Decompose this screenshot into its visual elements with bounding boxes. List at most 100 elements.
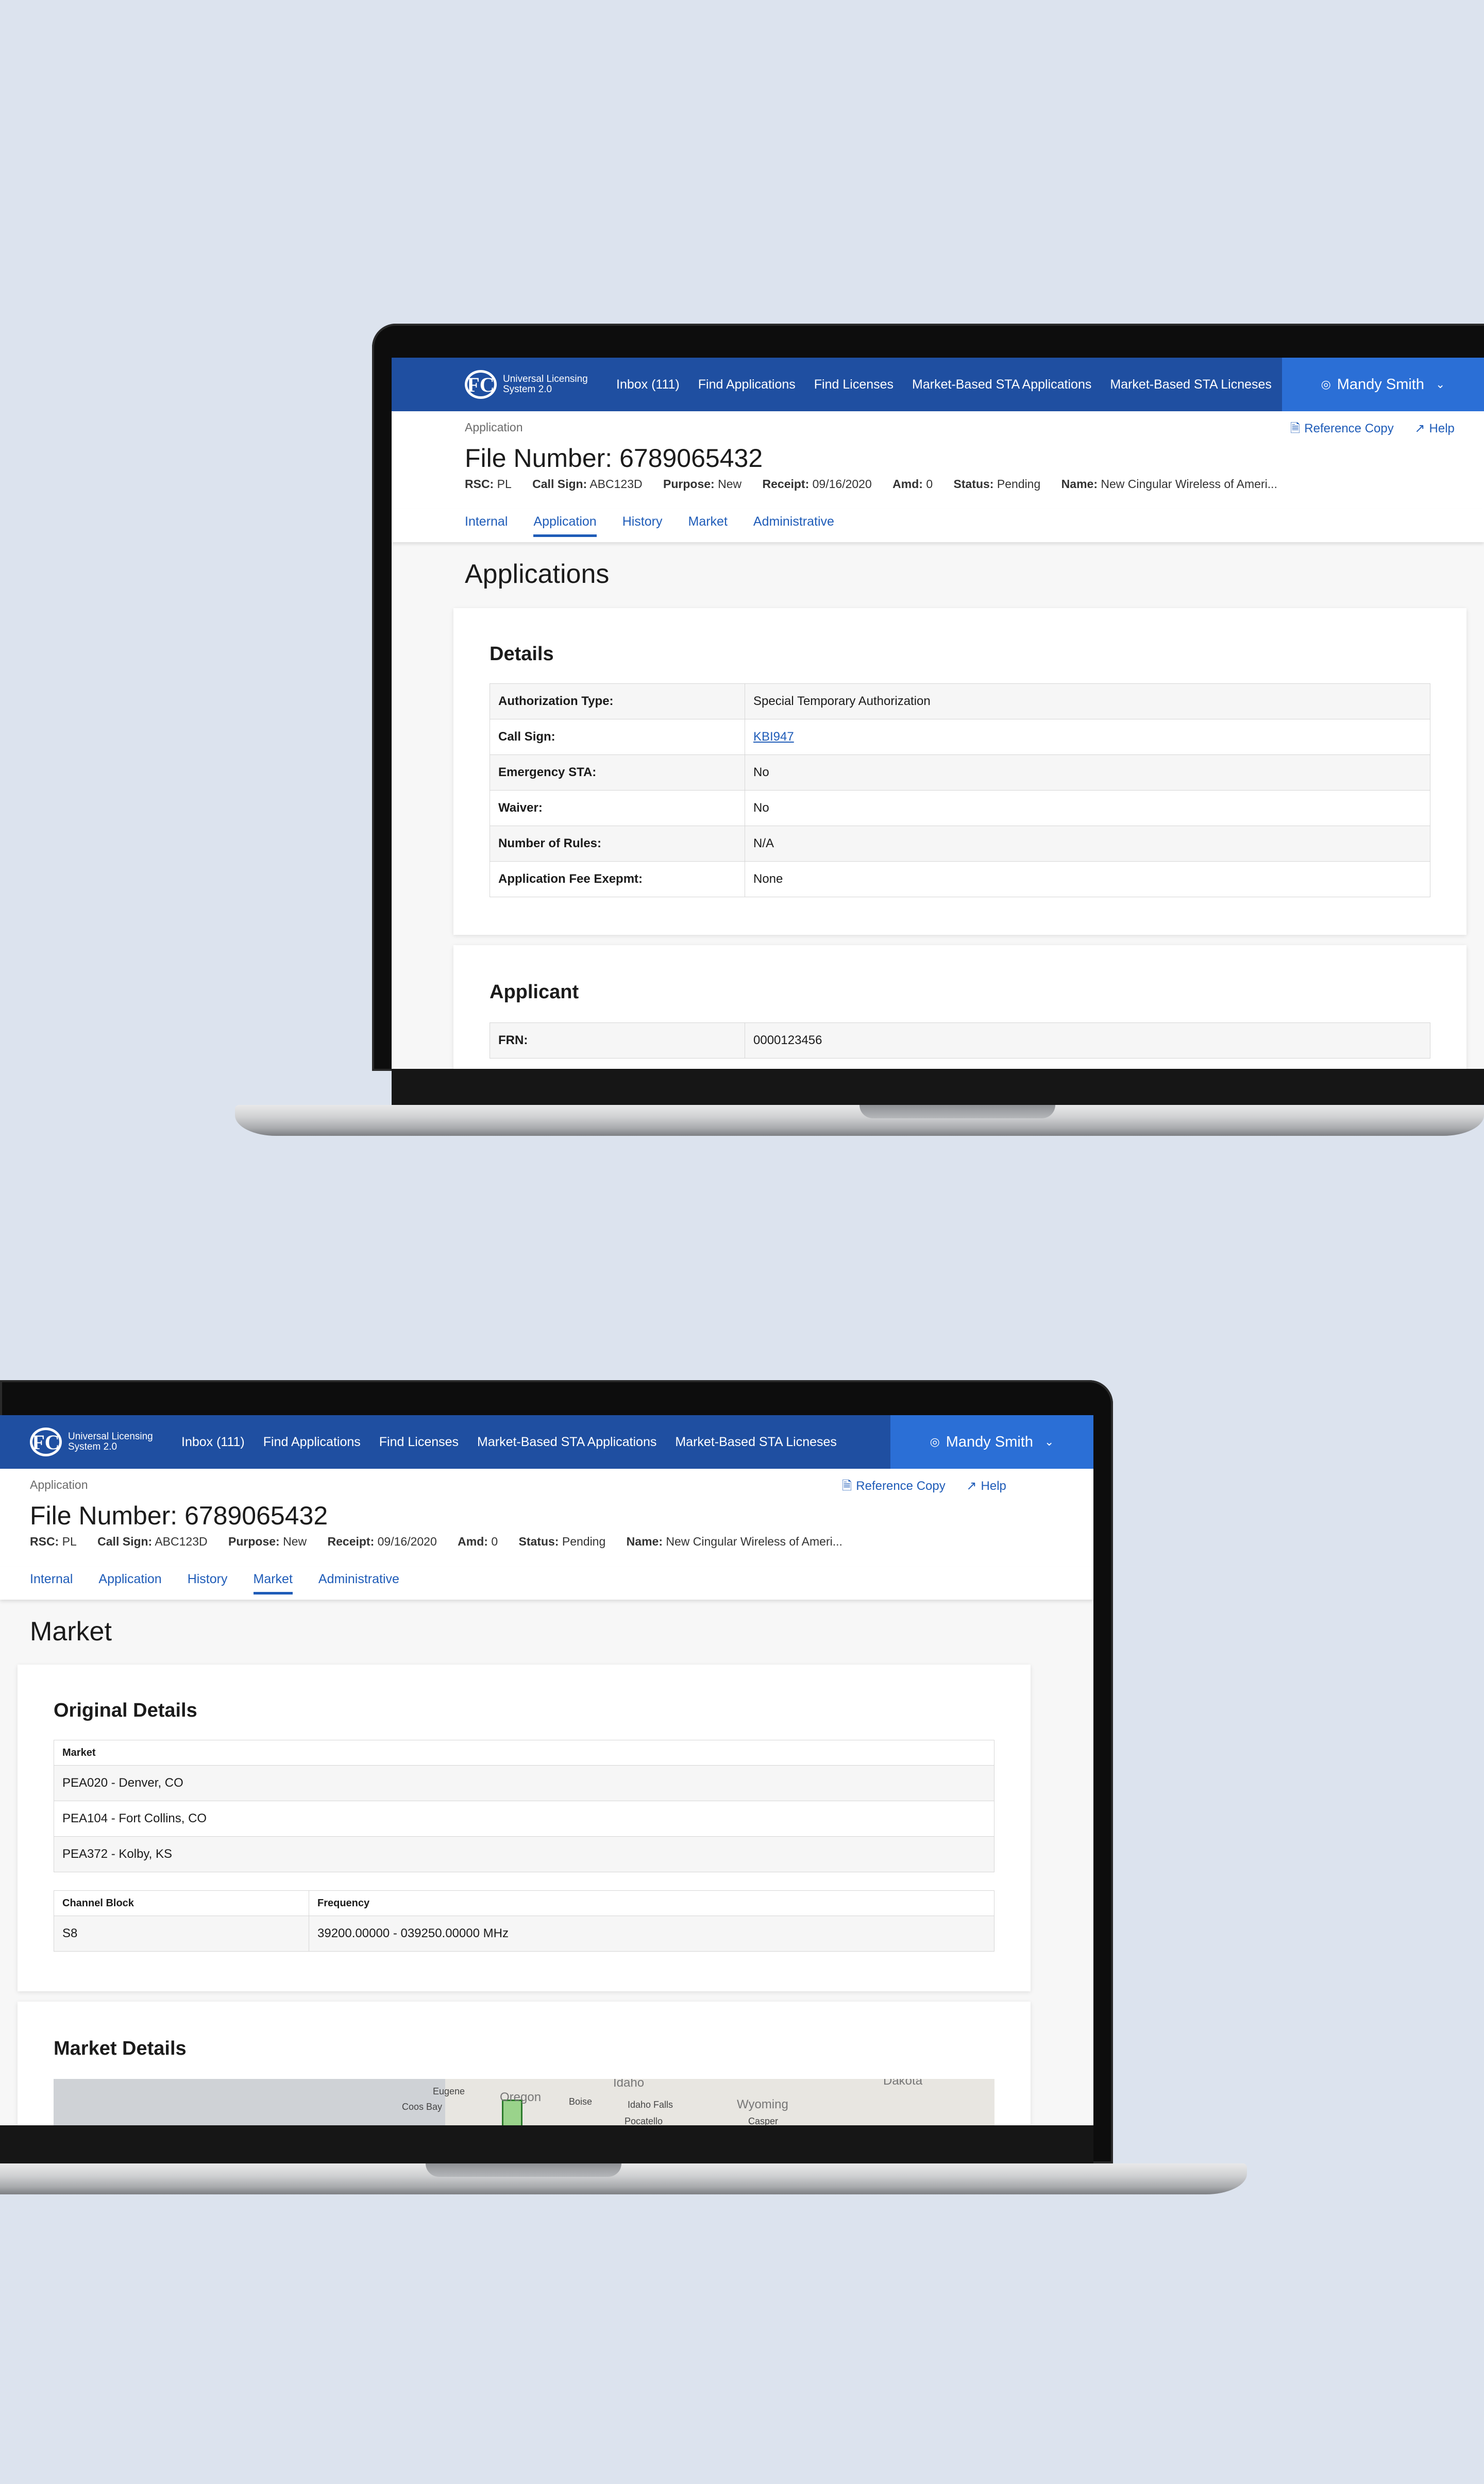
applicant-heading: Applicant: [490, 981, 579, 1003]
nav-find-applications[interactable]: Find Applications: [263, 1435, 361, 1450]
header-links: 🗎 Reference Copy ↗ Help: [824, 1477, 1006, 1498]
map-label: Oregon: [500, 2090, 542, 2104]
table-row: PEA104 - Fort Collins, CO: [54, 1801, 994, 1837]
laptop-base: [0, 2163, 1247, 2194]
tab-administrative[interactable]: Administrative: [753, 514, 834, 537]
table-row: PEA020 - Denver, CO: [54, 1765, 994, 1801]
applicant-table: FRN: 0000123456: [490, 1022, 1430, 1059]
meta-label: RSC:: [30, 1535, 59, 1548]
nav-market-sta-licenses[interactable]: Market-Based STA Licneses: [675, 1435, 837, 1450]
nav-inbox[interactable]: Inbox (111): [181, 1435, 245, 1450]
market-details-card: Market Details Eugene Oregon Coos Bay Bo…: [18, 2002, 1031, 2125]
row-label: Call Sign:: [490, 719, 745, 755]
table-row: PEA372 - Kolby, KS: [54, 1836, 994, 1872]
nav-find-applications[interactable]: Find Applications: [698, 377, 796, 392]
meta-label: Call Sign:: [532, 477, 587, 491]
tab-application[interactable]: Application: [533, 514, 597, 537]
meta-label: Name:: [626, 1535, 663, 1548]
user-name: Mandy Smith: [946, 1433, 1033, 1450]
external-link-icon: ↗: [966, 1479, 977, 1493]
tabs: Internal Application History Market Admi…: [465, 514, 860, 537]
table-row: Waiver: No: [490, 790, 1430, 826]
main-nav: Inbox (111) Find Applications Find Licen…: [181, 1435, 855, 1450]
row-value: N/A: [745, 826, 1430, 862]
tabs: Internal Application History Market Admi…: [30, 1572, 425, 1595]
tab-internal[interactable]: Internal: [465, 514, 508, 537]
map-label: Pocatello: [625, 2116, 663, 2125]
market-map[interactable]: Eugene Oregon Coos Bay Boise Idaho Idaho…: [54, 2079, 994, 2125]
trackpad-notch: [859, 1105, 1055, 1118]
breadcrumb[interactable]: Application: [465, 421, 523, 434]
meta-value: 0: [926, 477, 933, 491]
meta-label: Receipt:: [327, 1535, 375, 1548]
nav-market-sta-applications[interactable]: Market-Based STA Applications: [912, 377, 1091, 392]
map-label: Dakota: [883, 2079, 923, 2088]
meta-value: Pending: [562, 1535, 606, 1548]
tab-history[interactable]: History: [622, 514, 663, 537]
document-icon: 🗎: [842, 1479, 852, 1493]
file-meta: RSC: PL Call Sign: ABC123D Purpose: New …: [465, 477, 1295, 491]
map-label: Idaho: [613, 2079, 645, 2090]
nav-find-licenses[interactable]: Find Licenses: [814, 377, 893, 392]
table-row: Number of Rules: N/A: [490, 826, 1430, 862]
laptop-screen: FC Universal Licensing System 2.0 Inbox …: [0, 1415, 1093, 2125]
tab-market[interactable]: Market: [253, 1572, 293, 1595]
meta-value: New Cingular Wireless of Ameri...: [666, 1535, 842, 1548]
row-label: FRN:: [490, 1022, 745, 1059]
file-number: File Number: 6789065432: [30, 1501, 328, 1530]
market-cell: PEA104 - Fort Collins, CO: [54, 1801, 994, 1837]
user-menu[interactable]: ◎ Mandy Smith ⌄: [1282, 358, 1484, 411]
external-link-icon: ↗: [1414, 422, 1425, 435]
nav-market-sta-applications[interactable]: Market-Based STA Applications: [477, 1435, 656, 1450]
table-row: FRN: 0000123456: [490, 1022, 1430, 1059]
tab-internal[interactable]: Internal: [30, 1572, 73, 1595]
table-row: Application Fee Exepmt: None: [490, 861, 1430, 897]
fcc-logo[interactable]: FC Universal Licensing System 2.0: [465, 370, 601, 399]
reference-copy-link[interactable]: 🗎 Reference Copy: [842, 1479, 946, 1493]
map-label: Idaho Falls: [628, 2100, 673, 2110]
nav-find-licenses[interactable]: Find Licenses: [379, 1435, 459, 1450]
call-sign-link[interactable]: KBI947: [753, 730, 794, 744]
column-header-market: Market: [54, 1740, 994, 1766]
meta-label: Status:: [518, 1535, 559, 1548]
original-details-card: Original Details Market PEA020 - Denver,…: [18, 1665, 1031, 1991]
tab-administrative[interactable]: Administrative: [318, 1572, 399, 1595]
reference-copy-link[interactable]: 🗎 Reference Copy: [1290, 422, 1394, 435]
user-icon: ◎: [930, 1435, 940, 1448]
map-label: Wyoming: [737, 2097, 788, 2111]
row-label: Emergency STA:: [490, 754, 745, 791]
channel-block-cell: S8: [54, 1916, 309, 1952]
fcc-logo[interactable]: FC Universal Licensing System 2.0: [30, 1428, 166, 1456]
main-nav: Inbox (111) Find Applications Find Licen…: [616, 377, 1290, 392]
trackpad-notch: [426, 2163, 621, 2177]
row-value: No: [745, 790, 1430, 826]
tab-history[interactable]: History: [188, 1572, 228, 1595]
laptop-chin: [392, 1069, 1484, 1105]
breadcrumb[interactable]: Application: [30, 1478, 88, 1492]
meta-value: 09/16/2020: [812, 477, 872, 491]
app-header: FC Universal Licensing System 2.0 Inbox …: [0, 1415, 1093, 1469]
channel-table: Channel Block Frequency S8 39200.00000 -…: [54, 1890, 994, 1952]
user-icon: ◎: [1321, 378, 1331, 391]
laptop-base: [235, 1105, 1484, 1136]
table-row: S8 39200.00000 - 039250.00000 MHz: [54, 1916, 994, 1952]
row-value: No: [745, 754, 1430, 791]
market-cell: PEA372 - Kolby, KS: [54, 1836, 994, 1872]
app-header: FC Universal Licensing System 2.0 Inbox …: [392, 358, 1484, 411]
map-water: [54, 2079, 445, 2125]
tab-market[interactable]: Market: [688, 514, 728, 537]
meta-label: Status:: [953, 477, 994, 491]
market-table: Market PEA020 - Denver, CO PEA104 - Fort…: [54, 1740, 994, 1872]
tab-application[interactable]: Application: [98, 1572, 161, 1595]
file-subheader: Application 🗎 Reference Copy ↗ Help File N…: [0, 1469, 1093, 1567]
laptop-screen: FC Universal Licensing System 2.0 Inbox …: [392, 358, 1484, 1069]
map-label: Boise: [569, 2096, 593, 2107]
nav-inbox[interactable]: Inbox (111): [616, 377, 680, 392]
meta-value: ABC123D: [589, 477, 643, 491]
nav-market-sta-licenses[interactable]: Market-Based STA Licneses: [1110, 377, 1272, 392]
help-link[interactable]: ↗ Help: [966, 1479, 1006, 1493]
file-subheader: Application 🗎 Reference Copy ↗ Help File N…: [392, 411, 1484, 510]
help-link[interactable]: ↗ Help: [1414, 422, 1454, 435]
user-menu[interactable]: ◎ Mandy Smith ⌄: [890, 1415, 1093, 1469]
meta-value: PL: [497, 477, 512, 491]
